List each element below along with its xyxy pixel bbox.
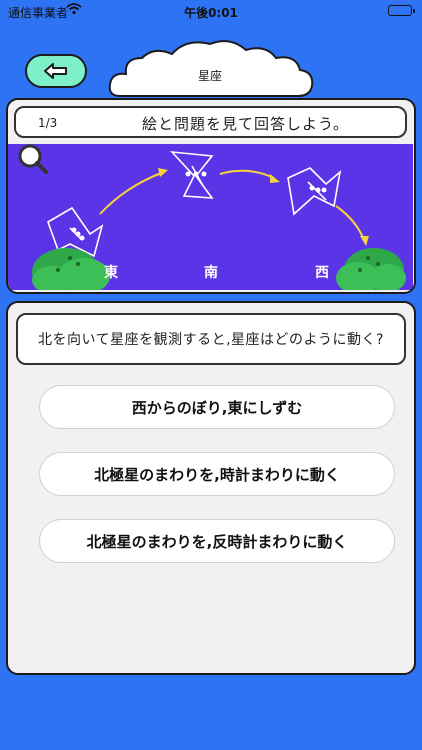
- back-button[interactable]: [25, 54, 87, 88]
- hill-icon: [32, 248, 110, 290]
- answer-panel: 北を向いて星座を観測すると,星座はどのように動く? 西からのぼり,東にしずむ 北…: [6, 301, 416, 675]
- question-text: 北を向いて星座を観測すると,星座はどのように動く?: [16, 313, 406, 365]
- choice-button-1[interactable]: 西からのぼり,東にしずむ: [39, 385, 395, 429]
- direction-south: 南: [204, 265, 218, 281]
- direction-east: 東: [104, 265, 118, 281]
- illustration-panel: 1/3 絵と問題を見て回答しよう。 東 南 西: [6, 98, 416, 294]
- magnifier-icon[interactable]: [18, 144, 48, 174]
- choice-button-3[interactable]: 北極星のまわりを,反時計まわりに動く: [39, 519, 395, 563]
- arrow-icon: [99, 169, 365, 241]
- instruction-bar: 1/3 絵と問題を見て回答しよう。: [14, 106, 407, 138]
- status-time: 午後0:01: [184, 6, 238, 20]
- status-bar: 通信事業者 午後0:01: [0, 0, 422, 22]
- progress-label: 1/3: [38, 116, 58, 130]
- constellation-icon: [287, 167, 342, 216]
- battery-icon: [388, 5, 415, 16]
- instruction-text: 絵と問題を見て回答しよう。: [141, 115, 350, 133]
- page-title: 星座: [197, 69, 222, 83]
- constellation-scene: 東 南 西: [8, 144, 413, 290]
- hill-icon: [336, 248, 406, 290]
- choice-button-2[interactable]: 北極星のまわりを,時計まわりに動く: [39, 452, 395, 496]
- direction-west: 西: [315, 265, 329, 281]
- back-arrow-icon: [44, 63, 67, 79]
